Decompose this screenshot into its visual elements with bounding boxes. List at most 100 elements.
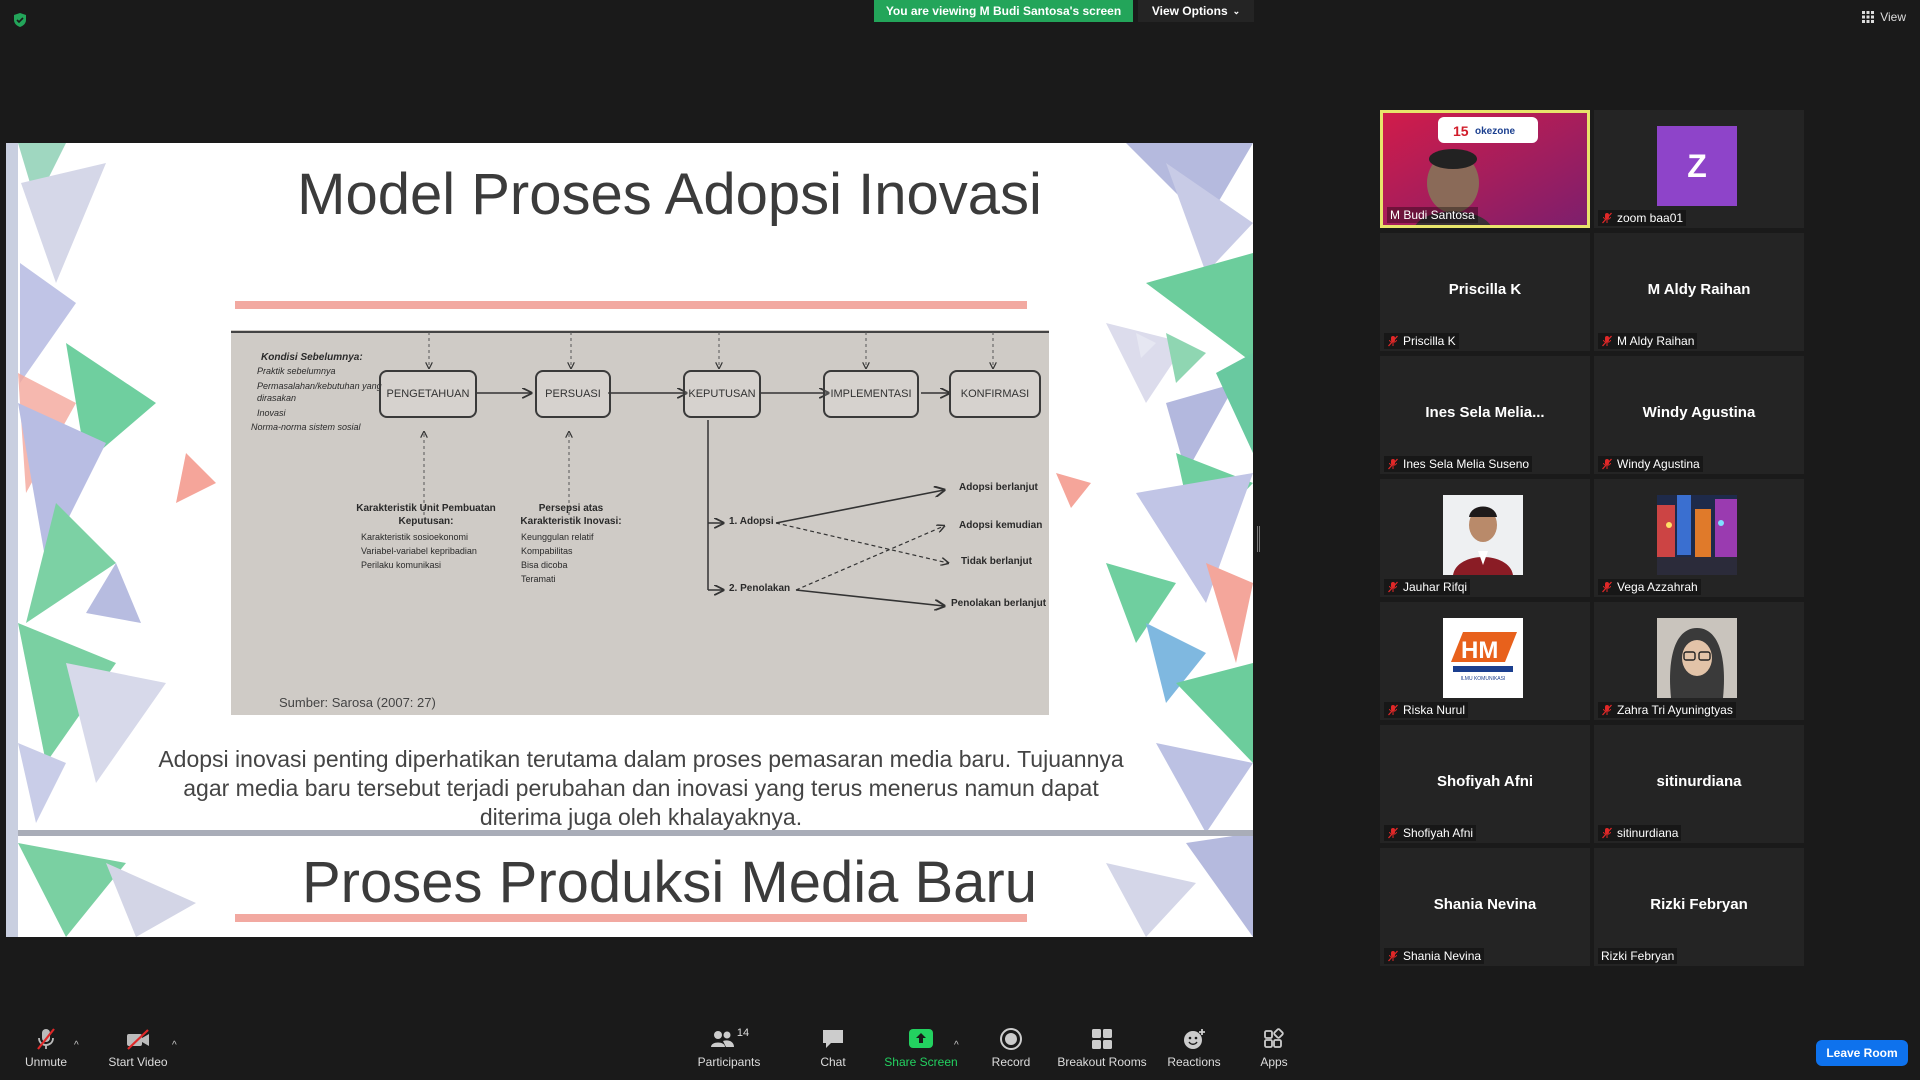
slide-divider	[18, 830, 1253, 836]
participant-name: Riska Nurul	[1403, 703, 1466, 717]
video-options-caret[interactable]: ^	[172, 1040, 177, 1051]
reactions-button[interactable]: Reactions	[1164, 1016, 1224, 1080]
participants-count: 14	[736, 1027, 750, 1039]
participant-label: zoom baa01	[1598, 210, 1687, 226]
mic-muted-icon	[1601, 458, 1613, 470]
next-title-underline	[235, 914, 1027, 922]
view-options-button[interactable]: View Options ⌄	[1138, 0, 1254, 22]
participant-tile[interactable]: Windy Agustina Windy Agustina	[1594, 356, 1804, 474]
participant-label: sitinurdiana	[1598, 825, 1682, 841]
participant-name: Vega Azzahrah	[1617, 580, 1698, 594]
mic-muted-icon	[1601, 212, 1613, 224]
mic-muted-icon	[1387, 581, 1399, 593]
participant-tile[interactable]: Rizki Febryan Rizki Febryan	[1594, 848, 1804, 966]
mic-muted-icon	[1387, 335, 1399, 347]
participant-name: Shofiyah Afni	[1403, 826, 1474, 840]
unmute-label: Unmute	[24, 1055, 68, 1069]
mic-muted-icon	[1387, 950, 1399, 962]
outcome-label: Adopsi kemudian	[959, 520, 1043, 531]
record-button[interactable]: Record	[986, 1016, 1036, 1080]
zoom-meeting-window: You are viewing M Budi Santosa's screen …	[0, 0, 1920, 1080]
chat-icon	[823, 1030, 843, 1048]
security-shield-icon[interactable]	[12, 12, 28, 28]
mic-muted-icon	[1601, 335, 1613, 347]
participant-name: Priscilla K	[1403, 334, 1456, 348]
participant-name: Zahra Tri Ayuningtyas	[1617, 703, 1733, 717]
participant-tile[interactable]: Priscilla K Priscilla K	[1380, 233, 1590, 351]
shared-screen[interactable]: Model Proses Adopsi Inovasi Kondisi Sebe…	[6, 143, 1253, 937]
breakout-rooms-label: Breakout Rooms	[1057, 1055, 1147, 1069]
participants-icon-group: 14	[709, 1027, 749, 1051]
participant-tile[interactable]: Jauhar Rifqi	[1380, 479, 1590, 597]
breakout-rooms-button[interactable]: Breakout Rooms	[1056, 1016, 1148, 1080]
participants-button[interactable]: 14 Participants	[690, 1016, 768, 1080]
start-video-button[interactable]: Start Video	[104, 1016, 172, 1080]
slide-edge	[6, 143, 18, 937]
participant-name: Shania Nevina	[1403, 949, 1482, 963]
share-options-caret[interactable]: ^	[954, 1040, 959, 1051]
participant-name: Windy Agustina	[1617, 457, 1700, 471]
chevron-down-icon: ⌄	[1232, 5, 1241, 16]
share-screen-button[interactable]: Share Screen	[882, 1016, 960, 1080]
mic-muted-icon	[1387, 827, 1399, 839]
participant-name: sitinurdiana	[1617, 826, 1679, 840]
participant-tile[interactable]: M Aldy Raihan M Aldy Raihan	[1594, 233, 1804, 351]
next-slide-title: Proses Produksi Media Baru	[302, 850, 1037, 915]
participant-label: Zahra Tri Ayuningtyas	[1598, 702, 1736, 718]
participant-label: Shofiyah Afni	[1384, 825, 1477, 841]
participant-name: Rizki Febryan	[1601, 949, 1675, 963]
apps-label: Apps	[1260, 1055, 1288, 1069]
avatar: HM ILMU KOMUNIKASI	[1443, 618, 1523, 698]
share-screen-label: Share Screen	[884, 1055, 958, 1069]
unit-title: Karakteristik Unit Pembuatan Keputusan:	[356, 503, 496, 527]
persepsi-title: Persepsi atas Karakteristik Inovasi:	[520, 503, 622, 527]
record-icon	[1000, 1028, 1022, 1050]
avatar	[1443, 495, 1523, 575]
apps-button[interactable]: Apps	[1254, 1016, 1294, 1080]
outcome-label: Adopsi berlanjut	[959, 482, 1038, 493]
leave-room-button[interactable]: Leave Room	[1816, 1040, 1908, 1066]
stage-box: KEPUTUSAN	[683, 370, 761, 418]
participant-label: Priscilla K	[1384, 333, 1459, 349]
reactions-label: Reactions	[1167, 1055, 1221, 1069]
smiley-icon	[1184, 1029, 1205, 1049]
unit-item: Karakteristik sosioekonomi	[361, 532, 469, 542]
svg-text:okezone: okezone	[1475, 126, 1515, 137]
svg-text:15: 15	[1453, 123, 1469, 139]
participant-tile[interactable]: 15 okezone M Budi Santosa	[1380, 110, 1590, 228]
mic-muted-icon	[1601, 827, 1613, 839]
participant-name: M Budi Santosa	[1390, 208, 1475, 222]
participant-tile[interactable]: Shania Nevina Shania Nevina	[1380, 848, 1590, 966]
mic-muted-icon	[1387, 704, 1399, 716]
stage-box: PENGETAHUAN	[379, 370, 477, 418]
participant-tile[interactable]: Zahra Tri Ayuningtyas	[1594, 602, 1804, 720]
penolakan-label: 2. Penolakan	[729, 583, 791, 594]
kondisi-item: Inovasi	[257, 408, 286, 418]
participants-icon	[710, 1031, 734, 1047]
participant-tile[interactable]: Ines Sela Melia... Ines Sela Melia Suseno	[1380, 356, 1590, 474]
breakout-rooms-icon	[1092, 1029, 1112, 1049]
participants-label: Participants	[697, 1055, 761, 1069]
participant-name: Ines Sela Melia Suseno	[1403, 457, 1530, 471]
kondisi-item: Permasalahan/kebutuhan yang dirasakan	[257, 381, 382, 403]
svg-text:ILMU KOMUNIKASI: ILMU KOMUNIKASI	[1461, 676, 1506, 682]
audio-options-caret[interactable]: ^	[74, 1040, 79, 1051]
adoption-process-diagram: Kondisi Sebelumnya: Praktik sebelumnya P…	[231, 330, 1049, 715]
splitter-handle[interactable]	[1257, 526, 1260, 552]
persepsi-item: Kompabilitas	[521, 546, 573, 556]
participant-tile[interactable]: HM ILMU KOMUNIKASI Riska Nurul	[1380, 602, 1590, 720]
view-label: View	[1880, 10, 1906, 24]
participant-tile[interactable]: Zzoom baa01	[1594, 110, 1804, 228]
participant-tile[interactable]: Vega Azzahrah	[1594, 479, 1804, 597]
view-layout-button[interactable]: View	[1862, 10, 1906, 24]
participant-label: Windy Agustina	[1598, 456, 1703, 472]
chat-label: Chat	[820, 1055, 846, 1069]
svg-text:HM: HM	[1461, 637, 1498, 664]
participant-tile[interactable]: Shofiyah Afni Shofiyah Afni	[1380, 725, 1590, 843]
mic-muted-icon	[1601, 581, 1613, 593]
stage-box: KONFIRMASI	[949, 370, 1041, 418]
unmute-button[interactable]: Unmute	[18, 1016, 74, 1080]
participant-tile[interactable]: sitinurdiana sitinurdiana	[1594, 725, 1804, 843]
chat-button[interactable]: Chat	[808, 1016, 858, 1080]
participant-label: Shania Nevina	[1384, 948, 1485, 964]
